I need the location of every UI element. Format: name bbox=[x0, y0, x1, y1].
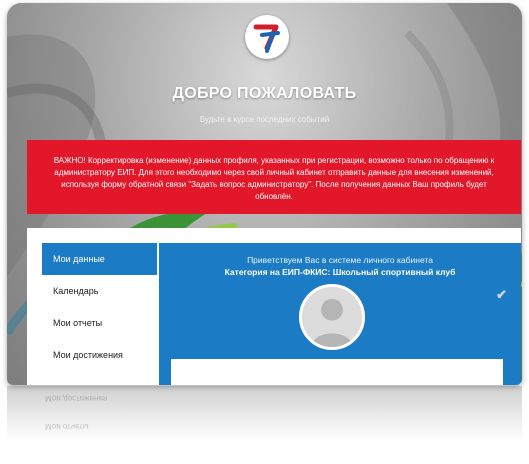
notice-text: ВАЖНО! Корректировка (изменение) данных … bbox=[53, 156, 495, 201]
category-text: Категория на ЕИП-ФКИС: Школьный спортивн… bbox=[224, 267, 456, 277]
sidebar-item-label: Календарь bbox=[53, 286, 99, 296]
page-subtitle: Будьте в курсе последних событий bbox=[199, 115, 330, 124]
sidebar-item-my-data[interactable]: Мои данные bbox=[42, 243, 157, 275]
page-frame: ДОБРО ПОЖАЛОВАТЬ Будьте в курсе последни… bbox=[7, 3, 522, 385]
avatar[interactable] bbox=[299, 284, 365, 350]
sidebar-item-my-reports[interactable]: Мои отчеты bbox=[42, 307, 157, 339]
sidebar-item-label: Мои отчеты bbox=[53, 318, 103, 328]
sidebar-item-calendar[interactable]: Календарь bbox=[42, 275, 157, 307]
profile-card: Приветствуем Вас в системе личного кабин… bbox=[159, 243, 521, 385]
user-placeholder-icon bbox=[302, 287, 362, 347]
cabinet-panel: Мои данные Календарь Мои отчеты Мои дост… bbox=[27, 228, 521, 385]
page-reflection: Мои достижения Мои отчеты bbox=[7, 386, 522, 464]
eip-logo-icon[interactable] bbox=[245, 15, 289, 59]
sidebar-menu: Мои данные Календарь Мои отчеты Мои дост… bbox=[42, 243, 157, 371]
sidebar-item-label: Мои достижения bbox=[53, 350, 123, 360]
reflection-text: Мои достижения bbox=[45, 394, 108, 403]
important-notice: ВАЖНО! Корректировка (изменение) данных … bbox=[27, 140, 521, 214]
profile-details-area bbox=[171, 359, 503, 385]
page-title: ДОБРО ПОЖАЛОВАТЬ bbox=[172, 85, 357, 102]
sidebar-item-my-achievements[interactable]: Мои достижения bbox=[42, 339, 157, 371]
check-icon: ✔ bbox=[496, 287, 507, 302]
greeting-text: Приветствуем Вас в системе личного кабин… bbox=[247, 255, 433, 265]
sidebar-item-label: Мои данные bbox=[53, 254, 105, 264]
reflection-text: Мои отчеты bbox=[45, 422, 89, 431]
